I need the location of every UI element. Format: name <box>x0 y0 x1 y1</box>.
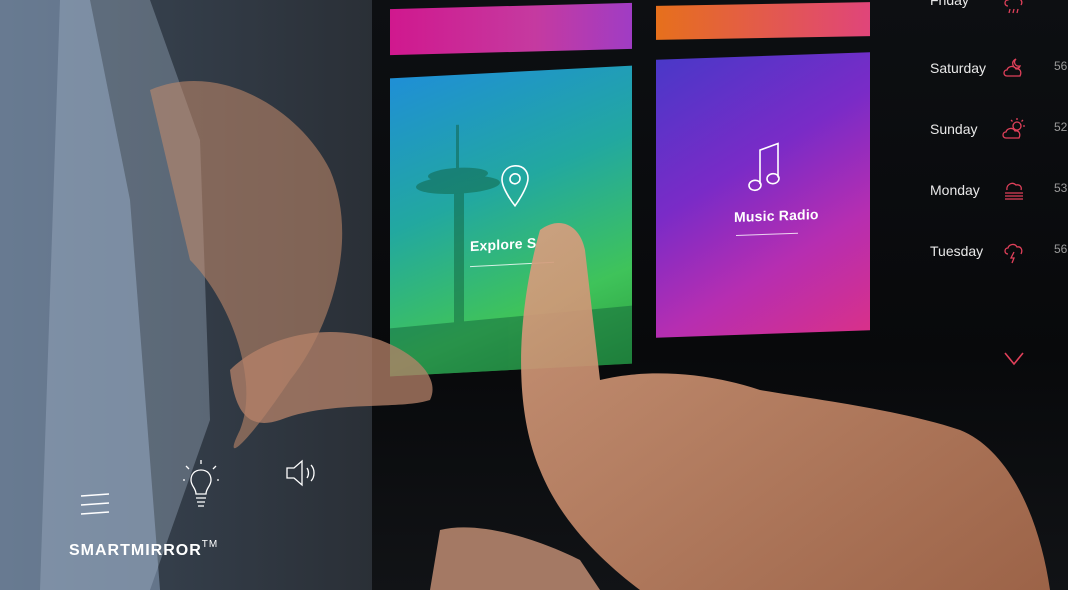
weather-day-label: Monday <box>930 182 980 198</box>
music-radio-tile-label: Music Radio <box>734 206 819 226</box>
weather-row-tuesday: Tuesday 56 <box>930 239 1068 267</box>
cloud-moon-icon <box>1003 58 1022 77</box>
smartmirror-scene: Explore S Music Radio Friday Saturday 56 <box>0 0 1068 590</box>
weather-row-sunday: Sunday 52 <box>930 117 1068 145</box>
app-tile-top-left[interactable] <box>390 2 632 56</box>
brand-name: SMARTMIRROR <box>69 542 202 559</box>
lightbulb-icon[interactable] <box>183 460 219 512</box>
weather-row-friday: Friday <box>930 0 1068 28</box>
brand-logo: SMARTMIRRORTM <box>69 539 219 560</box>
music-radio-tile[interactable]: Music Radio <box>656 52 870 338</box>
weather-temp: 56 <box>1054 59 1068 73</box>
weather-row-saturday: Saturday 56 <box>930 56 1068 84</box>
cloud-rain-icon <box>1004 0 1023 14</box>
weather-temp: 56 <box>1054 242 1068 256</box>
weather-day-label: Tuesday <box>930 243 984 259</box>
fog-icon <box>1005 182 1023 200</box>
thunderstorm-icon <box>1004 243 1023 264</box>
weather-day-label: Saturday <box>930 60 987 76</box>
weather-temp: 53 <box>1054 181 1068 195</box>
music-note-icon <box>748 142 780 192</box>
space-needle-image <box>390 124 632 377</box>
music-radio-tile-underline <box>736 232 798 236</box>
menu-icon[interactable] <box>78 488 112 522</box>
weather-row-monday: Monday 53 <box>930 178 1068 206</box>
chevron-down-icon[interactable] <box>1000 344 1028 372</box>
app-tile-top-right[interactable] <box>656 2 870 40</box>
brand-trademark: TM <box>201 539 219 550</box>
explore-tile[interactable]: Explore S <box>390 65 632 377</box>
weather-day-label: Friday <box>930 0 969 8</box>
partly-sunny-icon <box>1002 118 1025 139</box>
weather-temp: 52 <box>1054 120 1068 134</box>
location-pin-icon <box>501 164 529 208</box>
weather-day-label: Sunday <box>930 121 978 137</box>
volume-icon[interactable] <box>284 455 320 491</box>
